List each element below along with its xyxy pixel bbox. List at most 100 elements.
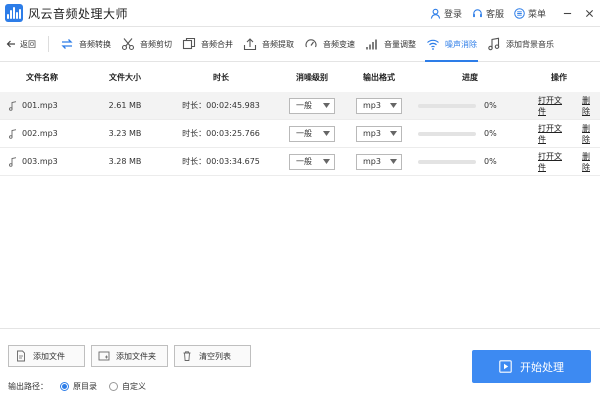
open-file-link[interactable]: 打开文件: [538, 151, 566, 173]
file-size: 3.28 MB: [108, 157, 142, 166]
close-icon: [585, 9, 593, 17]
open-file-link[interactable]: 打开文件: [538, 123, 566, 145]
tab-noise-removal[interactable]: 噪声消除: [421, 27, 482, 62]
radio-unchecked-icon: [109, 382, 118, 391]
tab-audio-speed[interactable]: 音频变速: [299, 27, 360, 62]
actions-cell: 打开文件 删除: [522, 123, 600, 145]
output-path-label: 输出路径：: [8, 382, 48, 391]
music-note-icon: [9, 156, 17, 167]
minimize-icon: [563, 12, 571, 14]
clear-list-label: 清空列表: [199, 351, 231, 361]
tab-audio-extract[interactable]: 音频提取: [238, 27, 299, 62]
headset-icon: [473, 8, 482, 17]
delete-link[interactable]: 删除: [582, 151, 596, 173]
tab-audio-cut[interactable]: 音频剪切: [116, 27, 177, 62]
tab-label: 添加背景音乐: [506, 39, 554, 49]
tab-label: 音频转换: [79, 39, 111, 49]
add-file-button[interactable]: 添加文件: [8, 345, 85, 367]
radio-checked-icon: [60, 382, 69, 391]
noise-level-select[interactable]: 一般: [289, 125, 335, 142]
output-original-label: 原目录: [73, 382, 97, 391]
file-name: 001.mp3: [22, 101, 58, 110]
play-icon: [499, 360, 512, 373]
support-button[interactable]: 客服: [472, 7, 504, 20]
clear-list-button[interactable]: 清空列表: [174, 345, 251, 367]
duration-prefix: 时长：: [182, 101, 207, 110]
noise-level-cell: 一般: [276, 125, 348, 142]
delete-link[interactable]: 删除: [582, 123, 596, 145]
output-original-option[interactable]: 原目录: [60, 381, 97, 392]
tab-label: 音频剪切: [140, 39, 172, 49]
tab-audio-merge[interactable]: 音频合并: [177, 27, 238, 62]
add-folder-button[interactable]: 添加文件夹: [91, 345, 168, 367]
upload-tray-icon: [243, 38, 257, 51]
music-note-icon: [9, 128, 17, 139]
noise-level-select[interactable]: 一般: [289, 97, 335, 114]
file-list: 001.mp3 2.61 MB 时长：00:02:45.983 一般 mp3 0…: [0, 92, 600, 176]
file-duration: 00:02:45.983: [206, 101, 260, 110]
login-label: 登录: [443, 9, 462, 20]
file-duration: 00:03:25.766: [206, 129, 260, 138]
add-folder-label: 添加文件夹: [116, 351, 156, 361]
output-format-select[interactable]: mp3: [356, 97, 402, 114]
dropdown-arrow-icon: [323, 103, 330, 108]
noise-level-value: 一般: [296, 157, 312, 166]
progress-cell: 0%: [410, 101, 522, 110]
progress-bar: [418, 159, 476, 164]
toolbar-divider: [48, 36, 49, 52]
file-add-icon: [17, 350, 25, 362]
start-processing-button[interactable]: 开始处理: [472, 350, 591, 383]
progress-text: 0%: [484, 157, 497, 166]
merge-icon: [182, 37, 196, 50]
file-name: 002.mp3: [22, 129, 58, 138]
folder-add-icon: [98, 351, 110, 361]
output-format-select[interactable]: mp3: [356, 125, 402, 142]
table-row[interactable]: 002.mp3 3.23 MB 时长：00:03:25.766 一般 mp3 0…: [0, 120, 600, 148]
app-logo-icon: [5, 4, 23, 22]
start-processing-label: 开始处理: [520, 360, 564, 374]
tab-audio-convert[interactable]: 音频转换: [55, 27, 116, 62]
header-duration: 时长: [213, 72, 229, 82]
app-title: 风云音频处理大师: [28, 6, 129, 21]
output-format-select[interactable]: mp3: [356, 153, 402, 170]
close-button[interactable]: [578, 0, 600, 26]
file-name: 003.mp3: [22, 157, 58, 166]
support-label: 客服: [485, 9, 504, 20]
back-button[interactable]: 返回: [0, 27, 48, 62]
dropdown-arrow-icon: [323, 131, 330, 136]
noise-level-select[interactable]: 一般: [289, 153, 335, 170]
tab-label: 音量调整: [384, 39, 416, 49]
bottom-panel: 添加文件 添加文件夹 清空列表 输出路径： 原目录 自定义 开始处理: [0, 328, 600, 400]
title-bar: 风云音频处理大师 登录 客服 菜单: [0, 0, 600, 26]
title-bar-actions: 登录 客服 菜单: [430, 0, 600, 26]
tab-add-background-music[interactable]: 添加背景音乐: [482, 27, 559, 62]
dropdown-arrow-icon: [390, 103, 397, 108]
output-custom-option[interactable]: 自定义: [109, 381, 146, 392]
header-output-format: 输出格式: [363, 72, 395, 82]
minimize-button[interactable]: [556, 0, 578, 26]
progress-cell: 0%: [410, 157, 522, 166]
file-name-cell: 003.mp3: [0, 156, 84, 167]
login-button[interactable]: 登录: [430, 7, 462, 20]
file-size: 2.61 MB: [108, 101, 142, 110]
scissors-icon: [121, 38, 135, 51]
volume-bars-icon: [366, 39, 377, 50]
output-path-row: 输出路径： 原目录 自定义: [8, 381, 146, 392]
table-row[interactable]: 001.mp3 2.61 MB 时长：00:02:45.983 一般 mp3 0…: [0, 92, 600, 120]
menu-icon: [514, 7, 525, 19]
music-note-icon: [9, 100, 17, 111]
output-format-cell: mp3: [348, 125, 410, 142]
header-file-size: 文件大小: [109, 72, 141, 82]
noise-level-value: 一般: [296, 129, 312, 138]
menu-button[interactable]: 菜单: [514, 7, 546, 20]
table-row[interactable]: 003.mp3 3.28 MB 时长：00:03:34.675 一般 mp3 0…: [0, 148, 600, 176]
output-format-value: mp3: [363, 101, 381, 110]
actions-cell: 打开文件 删除: [522, 95, 600, 117]
tab-volume-adjust[interactable]: 音量调整: [360, 27, 421, 62]
tab-label: 音频提取: [262, 39, 294, 49]
file-duration-cell: 时长：00:03:34.675: [166, 156, 276, 167]
progress-bar: [418, 103, 476, 108]
open-file-link[interactable]: 打开文件: [538, 95, 566, 117]
delete-link[interactable]: 删除: [582, 95, 596, 117]
file-size: 3.23 MB: [108, 129, 142, 138]
